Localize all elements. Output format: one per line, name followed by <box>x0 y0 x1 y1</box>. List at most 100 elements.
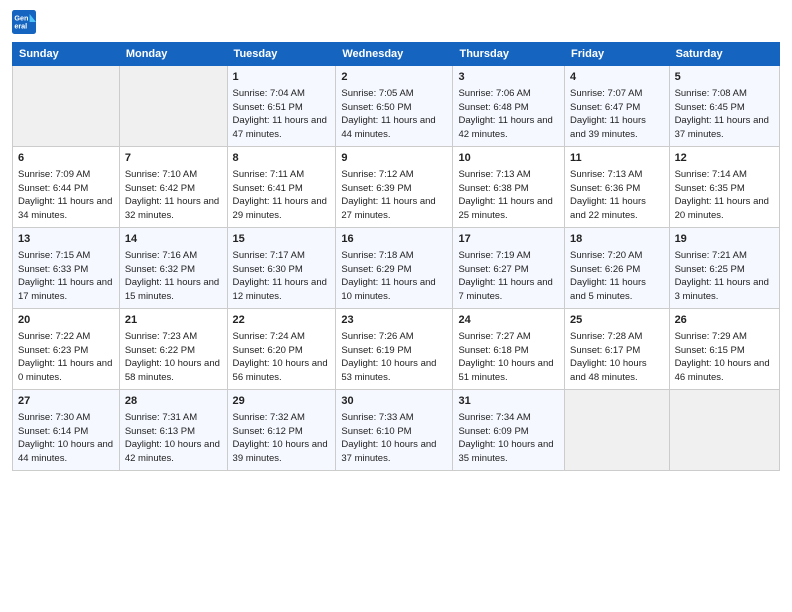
header-thursday: Thursday <box>453 43 565 66</box>
header-monday: Monday <box>119 43 227 66</box>
calendar-cell: 16Sunrise: 7:18 AM Sunset: 6:29 PM Dayli… <box>336 228 453 309</box>
calendar-cell: 31Sunrise: 7:34 AM Sunset: 6:09 PM Dayli… <box>453 390 565 471</box>
calendar-cell: 30Sunrise: 7:33 AM Sunset: 6:10 PM Dayli… <box>336 390 453 471</box>
calendar-cell: 17Sunrise: 7:19 AM Sunset: 6:27 PM Dayli… <box>453 228 565 309</box>
day-info: Sunrise: 7:08 AM Sunset: 6:45 PM Dayligh… <box>675 87 774 142</box>
calendar-cell: 5Sunrise: 7:08 AM Sunset: 6:45 PM Daylig… <box>669 66 779 147</box>
calendar-week-row: 1Sunrise: 7:04 AM Sunset: 6:51 PM Daylig… <box>13 66 780 147</box>
day-number: 6 <box>18 151 114 167</box>
day-number: 8 <box>233 151 331 167</box>
day-info: Sunrise: 7:34 AM Sunset: 6:09 PM Dayligh… <box>458 411 559 466</box>
logo: Gen eral <box>12 10 40 34</box>
day-info: Sunrise: 7:10 AM Sunset: 6:42 PM Dayligh… <box>125 168 222 223</box>
calendar-week-row: 6Sunrise: 7:09 AM Sunset: 6:44 PM Daylig… <box>13 147 780 228</box>
day-number: 21 <box>125 313 222 329</box>
calendar-cell: 25Sunrise: 7:28 AM Sunset: 6:17 PM Dayli… <box>565 309 670 390</box>
calendar-cell: 13Sunrise: 7:15 AM Sunset: 6:33 PM Dayli… <box>13 228 120 309</box>
day-info: Sunrise: 7:32 AM Sunset: 6:12 PM Dayligh… <box>233 411 331 466</box>
calendar-cell: 29Sunrise: 7:32 AM Sunset: 6:12 PM Dayli… <box>227 390 336 471</box>
calendar-cell: 24Sunrise: 7:27 AM Sunset: 6:18 PM Dayli… <box>453 309 565 390</box>
day-info: Sunrise: 7:09 AM Sunset: 6:44 PM Dayligh… <box>18 168 114 223</box>
day-info: Sunrise: 7:13 AM Sunset: 6:36 PM Dayligh… <box>570 168 664 223</box>
calendar-cell: 19Sunrise: 7:21 AM Sunset: 6:25 PM Dayli… <box>669 228 779 309</box>
calendar-cell: 1Sunrise: 7:04 AM Sunset: 6:51 PM Daylig… <box>227 66 336 147</box>
day-info: Sunrise: 7:11 AM Sunset: 6:41 PM Dayligh… <box>233 168 331 223</box>
calendar-cell <box>13 66 120 147</box>
day-info: Sunrise: 7:23 AM Sunset: 6:22 PM Dayligh… <box>125 330 222 385</box>
day-number: 19 <box>675 232 774 248</box>
day-info: Sunrise: 7:30 AM Sunset: 6:14 PM Dayligh… <box>18 411 114 466</box>
calendar-cell: 10Sunrise: 7:13 AM Sunset: 6:38 PM Dayli… <box>453 147 565 228</box>
day-number: 12 <box>675 151 774 167</box>
day-info: Sunrise: 7:24 AM Sunset: 6:20 PM Dayligh… <box>233 330 331 385</box>
day-number: 1 <box>233 70 331 86</box>
day-number: 5 <box>675 70 774 86</box>
day-number: 17 <box>458 232 559 248</box>
day-info: Sunrise: 7:22 AM Sunset: 6:23 PM Dayligh… <box>18 330 114 385</box>
calendar-week-row: 13Sunrise: 7:15 AM Sunset: 6:33 PM Dayli… <box>13 228 780 309</box>
calendar-cell: 27Sunrise: 7:30 AM Sunset: 6:14 PM Dayli… <box>13 390 120 471</box>
day-info: Sunrise: 7:21 AM Sunset: 6:25 PM Dayligh… <box>675 249 774 304</box>
day-info: Sunrise: 7:28 AM Sunset: 6:17 PM Dayligh… <box>570 330 664 385</box>
day-number: 3 <box>458 70 559 86</box>
day-number: 31 <box>458 394 559 410</box>
calendar-cell: 22Sunrise: 7:24 AM Sunset: 6:20 PM Dayli… <box>227 309 336 390</box>
calendar-cell: 9Sunrise: 7:12 AM Sunset: 6:39 PM Daylig… <box>336 147 453 228</box>
day-info: Sunrise: 7:15 AM Sunset: 6:33 PM Dayligh… <box>18 249 114 304</box>
page: Gen eral SundayMondayTuesdayWednesdayThu… <box>0 0 792 612</box>
day-number: 9 <box>341 151 447 167</box>
calendar-header-row: SundayMondayTuesdayWednesdayThursdayFrid… <box>13 43 780 66</box>
day-number: 28 <box>125 394 222 410</box>
day-info: Sunrise: 7:17 AM Sunset: 6:30 PM Dayligh… <box>233 249 331 304</box>
header-friday: Friday <box>565 43 670 66</box>
calendar-cell <box>669 390 779 471</box>
day-number: 27 <box>18 394 114 410</box>
logo-icon: Gen eral <box>12 10 36 34</box>
calendar-cell: 18Sunrise: 7:20 AM Sunset: 6:26 PM Dayli… <box>565 228 670 309</box>
calendar-cell: 3Sunrise: 7:06 AM Sunset: 6:48 PM Daylig… <box>453 66 565 147</box>
calendar-cell: 6Sunrise: 7:09 AM Sunset: 6:44 PM Daylig… <box>13 147 120 228</box>
day-number: 2 <box>341 70 447 86</box>
calendar-cell: 8Sunrise: 7:11 AM Sunset: 6:41 PM Daylig… <box>227 147 336 228</box>
calendar-table: SundayMondayTuesdayWednesdayThursdayFrid… <box>12 42 780 471</box>
day-info: Sunrise: 7:19 AM Sunset: 6:27 PM Dayligh… <box>458 249 559 304</box>
svg-text:eral: eral <box>14 21 27 30</box>
day-info: Sunrise: 7:31 AM Sunset: 6:13 PM Dayligh… <box>125 411 222 466</box>
calendar-cell <box>565 390 670 471</box>
day-number: 22 <box>233 313 331 329</box>
day-number: 15 <box>233 232 331 248</box>
calendar-cell: 28Sunrise: 7:31 AM Sunset: 6:13 PM Dayli… <box>119 390 227 471</box>
calendar-week-row: 27Sunrise: 7:30 AM Sunset: 6:14 PM Dayli… <box>13 390 780 471</box>
day-number: 20 <box>18 313 114 329</box>
header-sunday: Sunday <box>13 43 120 66</box>
day-number: 24 <box>458 313 559 329</box>
day-number: 25 <box>570 313 664 329</box>
day-number: 16 <box>341 232 447 248</box>
calendar-cell: 14Sunrise: 7:16 AM Sunset: 6:32 PM Dayli… <box>119 228 227 309</box>
calendar-cell: 4Sunrise: 7:07 AM Sunset: 6:47 PM Daylig… <box>565 66 670 147</box>
day-number: 10 <box>458 151 559 167</box>
day-number: 18 <box>570 232 664 248</box>
day-info: Sunrise: 7:18 AM Sunset: 6:29 PM Dayligh… <box>341 249 447 304</box>
day-number: 11 <box>570 151 664 167</box>
day-info: Sunrise: 7:13 AM Sunset: 6:38 PM Dayligh… <box>458 168 559 223</box>
day-info: Sunrise: 7:29 AM Sunset: 6:15 PM Dayligh… <box>675 330 774 385</box>
day-number: 4 <box>570 70 664 86</box>
day-info: Sunrise: 7:14 AM Sunset: 6:35 PM Dayligh… <box>675 168 774 223</box>
calendar-cell: 7Sunrise: 7:10 AM Sunset: 6:42 PM Daylig… <box>119 147 227 228</box>
header-saturday: Saturday <box>669 43 779 66</box>
day-info: Sunrise: 7:26 AM Sunset: 6:19 PM Dayligh… <box>341 330 447 385</box>
day-info: Sunrise: 7:07 AM Sunset: 6:47 PM Dayligh… <box>570 87 664 142</box>
day-number: 26 <box>675 313 774 329</box>
header-tuesday: Tuesday <box>227 43 336 66</box>
calendar-cell: 20Sunrise: 7:22 AM Sunset: 6:23 PM Dayli… <box>13 309 120 390</box>
day-info: Sunrise: 7:27 AM Sunset: 6:18 PM Dayligh… <box>458 330 559 385</box>
calendar-week-row: 20Sunrise: 7:22 AM Sunset: 6:23 PM Dayli… <box>13 309 780 390</box>
calendar-cell: 23Sunrise: 7:26 AM Sunset: 6:19 PM Dayli… <box>336 309 453 390</box>
day-number: 30 <box>341 394 447 410</box>
day-info: Sunrise: 7:16 AM Sunset: 6:32 PM Dayligh… <box>125 249 222 304</box>
calendar-cell <box>119 66 227 147</box>
day-number: 14 <box>125 232 222 248</box>
day-number: 7 <box>125 151 222 167</box>
header: Gen eral <box>12 10 780 34</box>
